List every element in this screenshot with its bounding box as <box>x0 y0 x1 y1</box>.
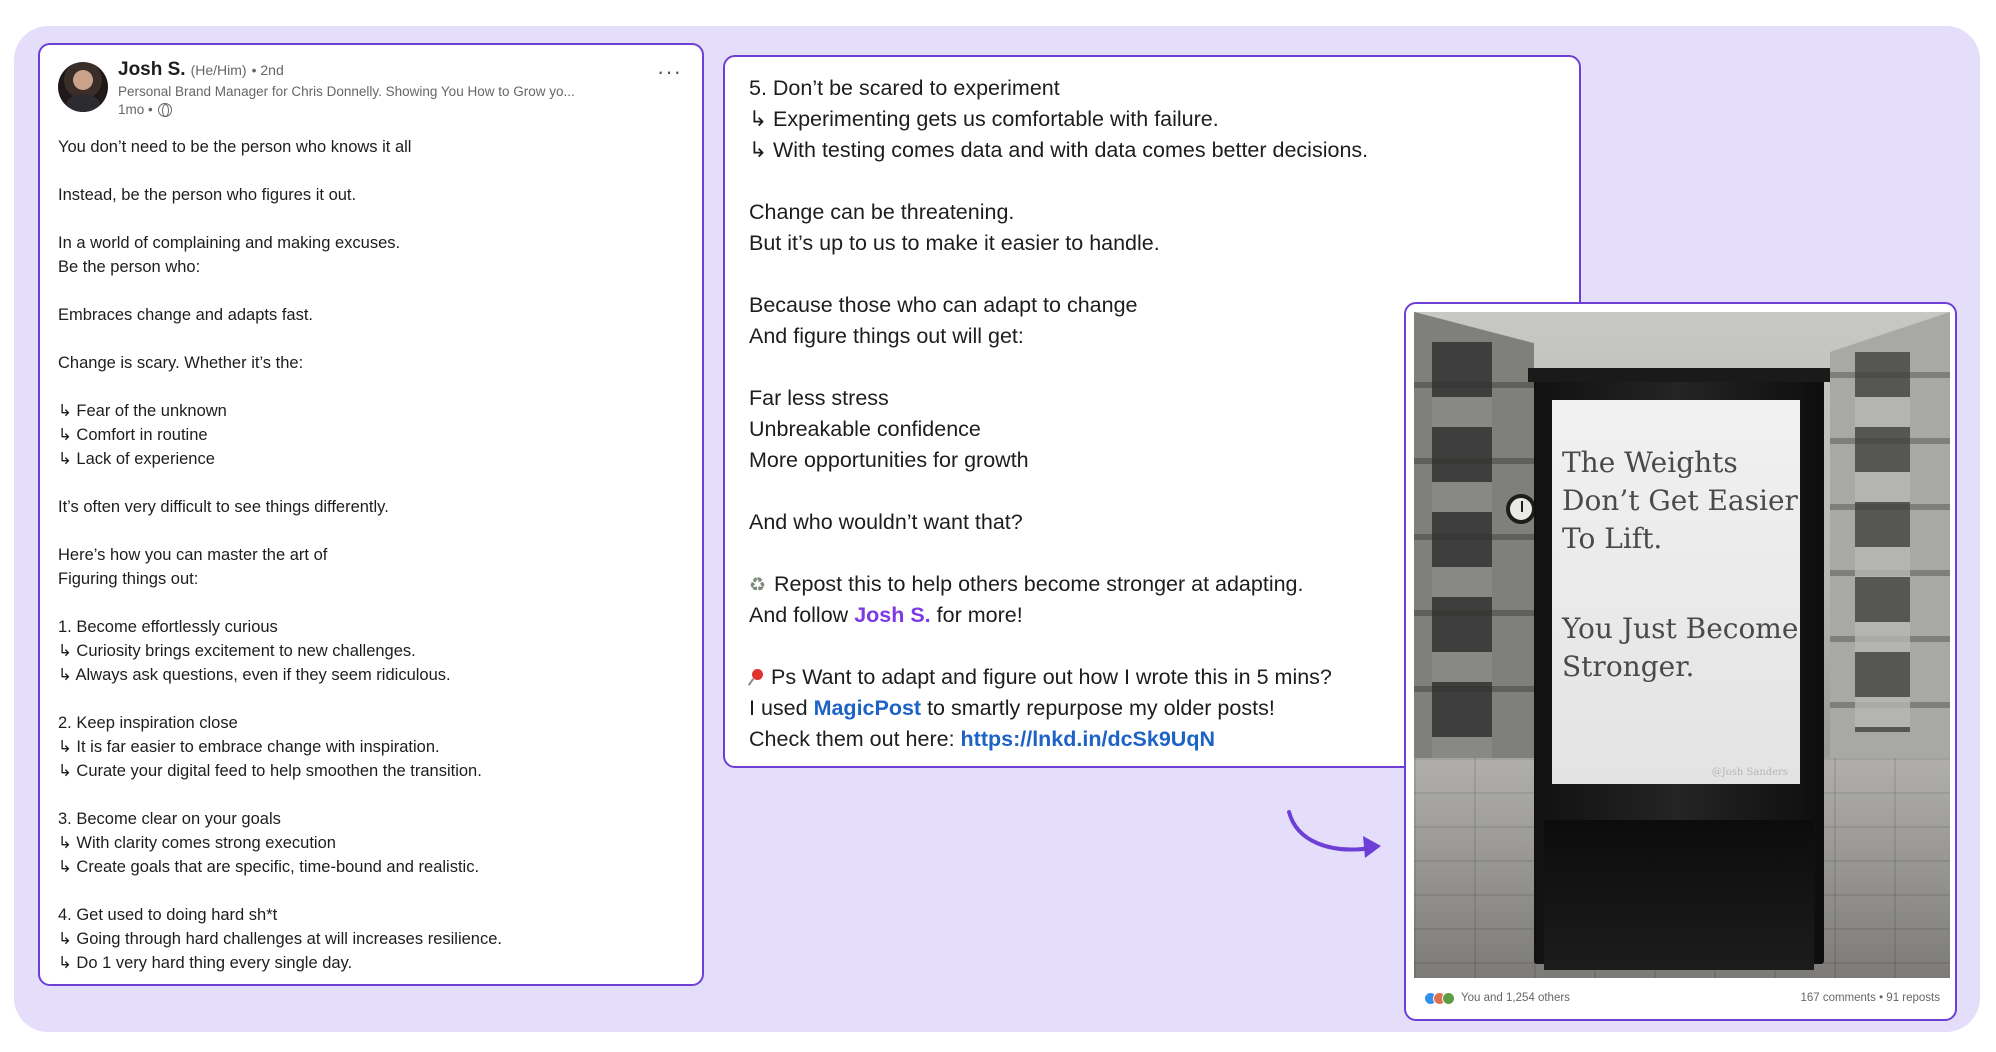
post-text-line: ↳ With testing comes data and with data … <box>749 138 1369 162</box>
linkedin-post-card: Josh S. (He/Him) • 2nd Personal Brand Ma… <box>38 43 704 986</box>
poster-line: Stronger. <box>1562 650 1695 683</box>
clock-icon <box>1506 494 1536 524</box>
connection-degree: • 2nd <box>251 62 284 78</box>
reaction-icons <box>1424 991 1455 1005</box>
post-text-line: 3. Become clear on your goals <box>58 810 281 828</box>
pushpin-icon <box>749 669 765 685</box>
post-text-line: Be the person who: <box>58 258 201 276</box>
post-text-line: 4. Get used to doing hard sh*t <box>58 906 278 924</box>
post-text-line: Change can be threatening. <box>749 200 1015 224</box>
post-text-line: ↳ Do 1 very hard thing every single day. <box>58 954 353 972</box>
reactions-count: You and 1,254 others <box>1461 992 1570 1004</box>
recycle-icon: ♻ <box>749 575 767 596</box>
follow-suffix: for more! <box>936 603 1023 627</box>
billboard-kiosk: The Weights Don’t Get Easier To Lift. Yo… <box>1528 368 1830 970</box>
more-options-icon[interactable]: ··· <box>657 61 682 83</box>
post-meta: 1mo • <box>118 102 575 118</box>
post-text-line: 1. Become effortlessly curious <box>58 618 278 636</box>
post-text-line: ↳ Curate your digital feed to help smoot… <box>58 762 482 780</box>
check-prefix: Check them out here: <box>749 727 955 751</box>
post-text-line: It’s often very difficult to see things … <box>58 498 389 516</box>
post-text-line: ↳ Comfort in routine <box>58 426 208 444</box>
author-avatar[interactable] <box>58 62 108 112</box>
poster-gap <box>1562 558 1790 610</box>
post-text-line: ↳ Experimenting gets us comfortable with… <box>749 107 1219 131</box>
poster-line: You Just Become <box>1562 612 1799 645</box>
post-text-line: 5. Don’t be scared to experiment <box>749 76 1060 100</box>
used-suffix: to smartly repurpose my older posts! <box>927 696 1275 720</box>
poster-credit: @Josh Sanders <box>1711 767 1788 778</box>
post-text-line: Change is scary. Whether it’s the: <box>58 354 304 372</box>
reactions-summary[interactable]: You and 1,254 others <box>1424 991 1570 1005</box>
repost-text: Repost this to help others become strong… <box>774 572 1304 596</box>
post-image-card: The Weights Don’t Get Easier To Lift. Yo… <box>1404 302 1957 1021</box>
post-text-line: ↳ Curiosity brings excitement to new cha… <box>58 642 416 660</box>
used-prefix: I used <box>749 696 808 720</box>
poster-line: The Weights <box>1562 446 1738 479</box>
post-body: You don’t need to be the person who know… <box>58 135 684 975</box>
post-header: Josh S. (He/Him) • 2nd Personal Brand Ma… <box>58 59 684 133</box>
building-right <box>1830 312 1950 812</box>
post-text-line: ↳ It is far easier to embrace change wit… <box>58 738 440 756</box>
kiosk-base <box>1544 820 1814 970</box>
globe-icon <box>157 103 172 118</box>
author-line: Josh S. (He/Him) • 2nd <box>118 59 575 82</box>
building-left <box>1414 312 1534 832</box>
post-text-line: Embraces change and adapts fast. <box>58 306 313 324</box>
poster: The Weights Don’t Get Easier To Lift. Yo… <box>1552 400 1800 784</box>
post-text-line: 2. Keep inspiration close <box>58 714 238 732</box>
post-text-line: Instead, be the person who figures it ou… <box>58 186 357 204</box>
author-block: Josh S. (He/Him) • 2nd Personal Brand Ma… <box>118 59 575 118</box>
follow-prefix: And follow <box>749 603 849 627</box>
post-text-line: ↳ With clarity comes strong execution <box>58 834 336 852</box>
author-pronouns: (He/Him) <box>190 62 247 78</box>
post-text-line: ↳ Create goals that are specific, time-b… <box>58 858 480 876</box>
poster-line: Don’t Get Easier <box>1562 484 1798 517</box>
post-photo[interactable]: The Weights Don’t Get Easier To Lift. Yo… <box>1414 312 1950 978</box>
post-text-line: ↳ Fear of the unknown <box>58 402 227 420</box>
support-reaction-icon <box>1442 991 1455 1005</box>
post-text-line: ↳ Going through hard challenges at will … <box>58 930 502 948</box>
post-text-line: Figuring things out: <box>58 570 199 588</box>
post-text-line: In a world of complaining and making exc… <box>58 234 401 252</box>
short-url-link[interactable]: https://lnkd.in/dcSk9UqN <box>961 727 1215 751</box>
post-text-line: You don’t need to be the person who know… <box>58 138 412 156</box>
magicpost-link[interactable]: MagicPost <box>814 696 922 720</box>
poster-line: To Lift. <box>1562 522 1663 555</box>
post-text-line: Here’s how you can master the art of <box>58 546 328 564</box>
author-name[interactable]: Josh S. <box>118 59 186 82</box>
ps-text: Ps Want to adapt and figure out how I wr… <box>771 665 1332 689</box>
post-time: 1mo • <box>118 101 153 117</box>
author-mention-link[interactable]: Josh S. <box>854 603 930 627</box>
social-counts-bar: You and 1,254 others 167 comments • 91 r… <box>1414 984 1950 1012</box>
comments-reposts-count[interactable]: 167 comments • 91 reposts <box>1800 992 1940 1004</box>
post-text-line: But it’s up to us to make it easier to h… <box>749 231 1160 255</box>
curved-arrow-icon <box>1287 810 1381 858</box>
kiosk-cap <box>1528 368 1830 382</box>
post-text-line: ↳ Always ask questions, even if they see… <box>58 666 451 684</box>
post-text-line: ↳ Lack of experience <box>58 450 215 468</box>
author-headline: Personal Brand Manager for Chris Donnell… <box>118 83 575 99</box>
